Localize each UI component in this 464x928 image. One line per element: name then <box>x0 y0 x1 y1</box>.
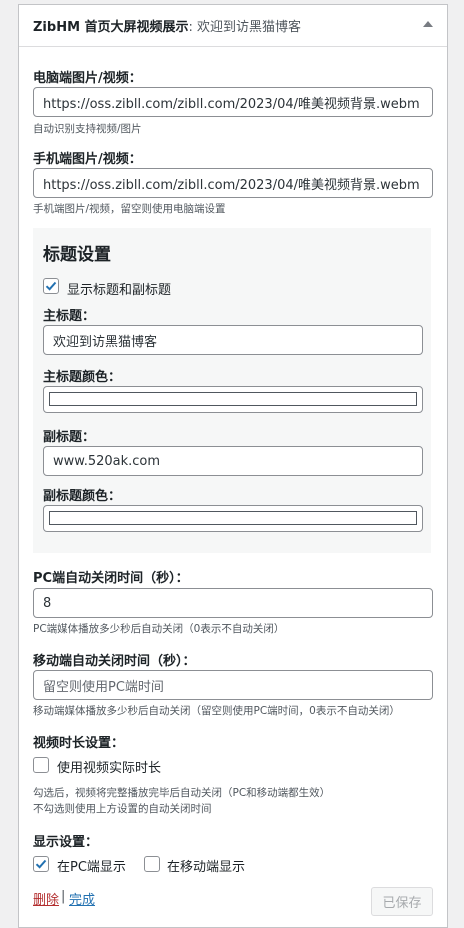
show-on-mobile-checkbox[interactable] <box>144 856 160 872</box>
show-on-pc-label: 在PC端显示 <box>57 860 126 875</box>
mobile-close-input[interactable]: 留空则使用PC端时间 <box>33 670 433 700</box>
pc-close-hint: PC端媒体播放多少秒后自动关闭（0表示不自动关闭） <box>33 623 285 635</box>
saved-button[interactable]: 已保存 <box>371 887 433 916</box>
video-duration-checkbox-label: 使用视频实际时长 <box>57 761 162 776</box>
pc-media-label: 电脑端图片/视频： <box>33 71 142 86</box>
pc-media-hint: 自动识别支持视频/图片 <box>33 123 142 135</box>
main-title-color-label: 主标题颜色： <box>43 370 122 385</box>
footer-separator: | <box>61 889 66 904</box>
main-title-color-input[interactable] <box>49 392 417 406</box>
subtitle-color-label: 副标题颜色： <box>43 489 122 504</box>
widget-title: ZibHM 首页大屏视频展示: 欢迎到访黑猫博客 <box>33 20 302 35</box>
mobile-close-hint: 移动端媒体播放多少秒后自动关闭（留空则使用PC端时间，0表示不自动关闭） <box>33 705 400 717</box>
checkmark-icon <box>45 281 57 291</box>
show-on-pc-checkbox[interactable] <box>33 856 49 872</box>
collapse-arrow-icon[interactable] <box>423 21 433 27</box>
video-duration-checkbox[interactable] <box>33 757 49 773</box>
pc-media-input[interactable]: https://oss.zibll.com/zibll.com/2023/04/… <box>33 87 433 117</box>
subtitle-input[interactable]: www.520ak.com <box>43 446 423 476</box>
widget-header[interactable]: ZibHM 首页大屏视频展示: 欢迎到访黑猫博客 <box>19 5 447 47</box>
subtitle-label: 副标题： <box>43 430 96 445</box>
widget-panel: ZibHM 首页大屏视频展示: 欢迎到访黑猫博客 电脑端图片/视频： https… <box>18 4 448 928</box>
mobile-media-label: 手机端图片/视频： <box>33 152 142 167</box>
delete-link[interactable]: 删除 <box>33 889 59 908</box>
video-duration-hint-1: 勾选后，视频将完整播放完毕后自动关闭（PC和移动端都生效） <box>33 787 331 799</box>
pc-close-label: PC端自动关闭时间（秒）： <box>33 571 189 586</box>
checkmark-icon <box>35 859 47 869</box>
show-on-mobile-label: 在移动端显示 <box>167 860 246 875</box>
display-settings-label: 显示设置： <box>33 835 99 850</box>
main-title-color-field[interactable] <box>43 386 423 413</box>
subtitle-color-input[interactable] <box>49 511 417 525</box>
show-titles-label: 显示标题和副标题 <box>67 283 172 298</box>
mobile-media-hint: 手机端图片/视频，留空则使用电脑端设置 <box>33 203 226 215</box>
main-title-input[interactable]: 欢迎到访黑猫博客 <box>43 325 423 355</box>
video-duration-label: 视频时长设置： <box>33 736 125 751</box>
pc-close-input[interactable]: 8 <box>33 588 433 618</box>
mobile-media-input[interactable]: https://oss.zibll.com/zibll.com/2023/04/… <box>33 168 433 198</box>
subtitle-color-field[interactable] <box>43 505 423 532</box>
widget-title-instance: : 欢迎到访黑猫博客 <box>188 20 302 35</box>
main-title-label: 主标题： <box>43 309 96 324</box>
title-settings-heading: 标题设置 <box>43 245 111 265</box>
done-link[interactable]: 完成 <box>69 889 95 908</box>
show-titles-checkbox[interactable] <box>43 278 59 294</box>
video-duration-hint-2: 不勾选则使用上方设置的自动关闭时间 <box>33 803 212 815</box>
mobile-close-label: 移动端自动关闭时间（秒）： <box>33 654 196 669</box>
